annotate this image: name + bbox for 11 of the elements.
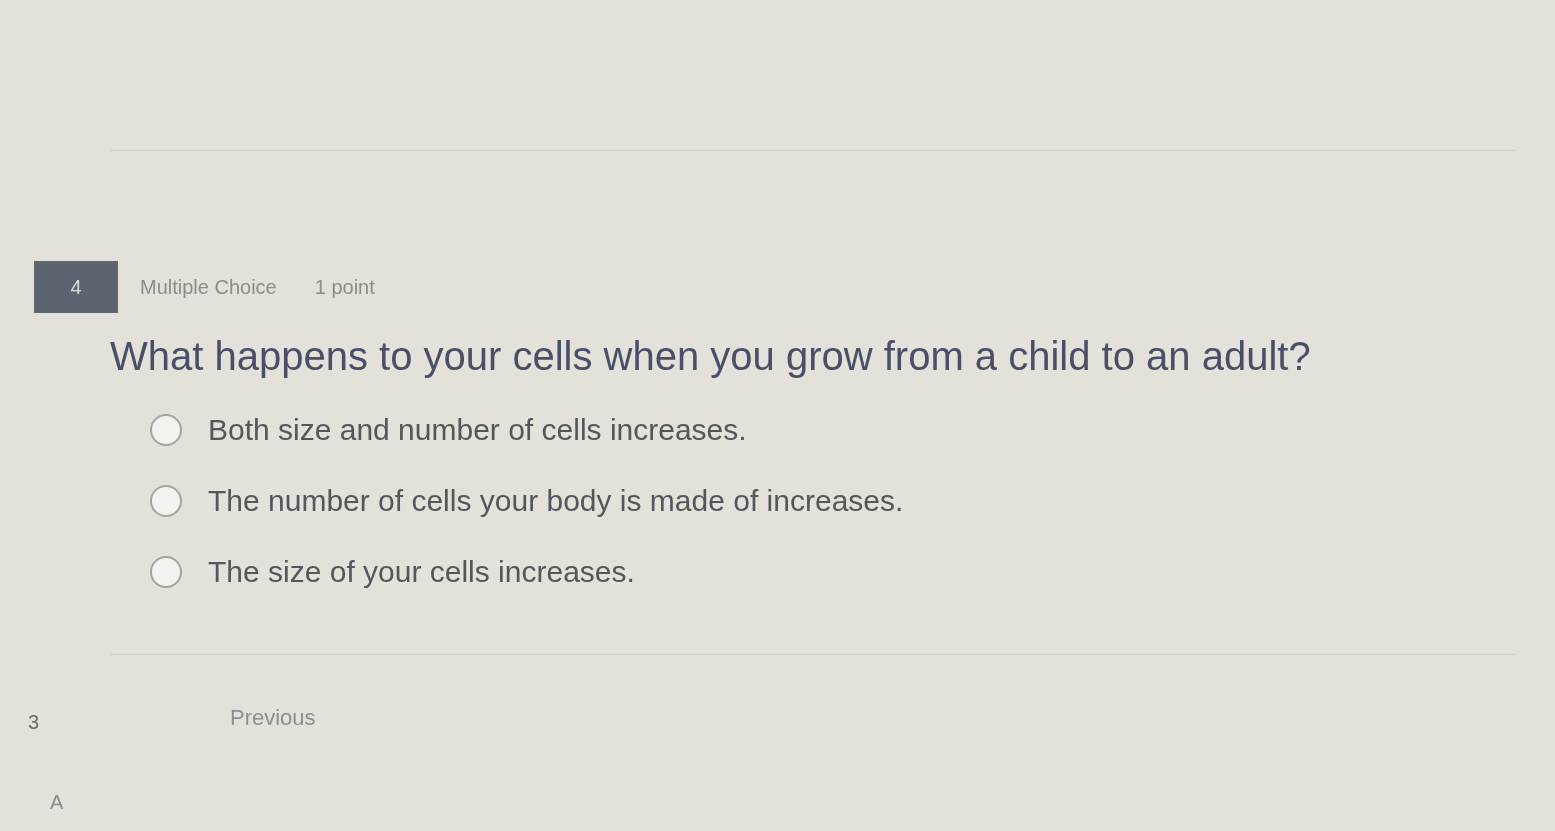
option-label[interactable]: Both size and number of cells increases. (208, 407, 747, 452)
radio-button[interactable] (150, 555, 182, 588)
question-type: Multiple Choice (140, 275, 277, 300)
question-number-badge: 4 (34, 261, 118, 313)
option-label[interactable]: The size of your cells increases. (208, 549, 635, 594)
radio-button[interactable] (150, 484, 182, 517)
question-points: 1 point (314, 275, 375, 300)
question-text: What happens to your cells when you grow from a child to an adult? (110, 333, 1312, 380)
question-nav-item[interactable]: 3 (28, 707, 40, 737)
option-label[interactable]: The number of cells your body is made of increases. (208, 478, 904, 523)
radio-button[interactable] (150, 413, 182, 446)
